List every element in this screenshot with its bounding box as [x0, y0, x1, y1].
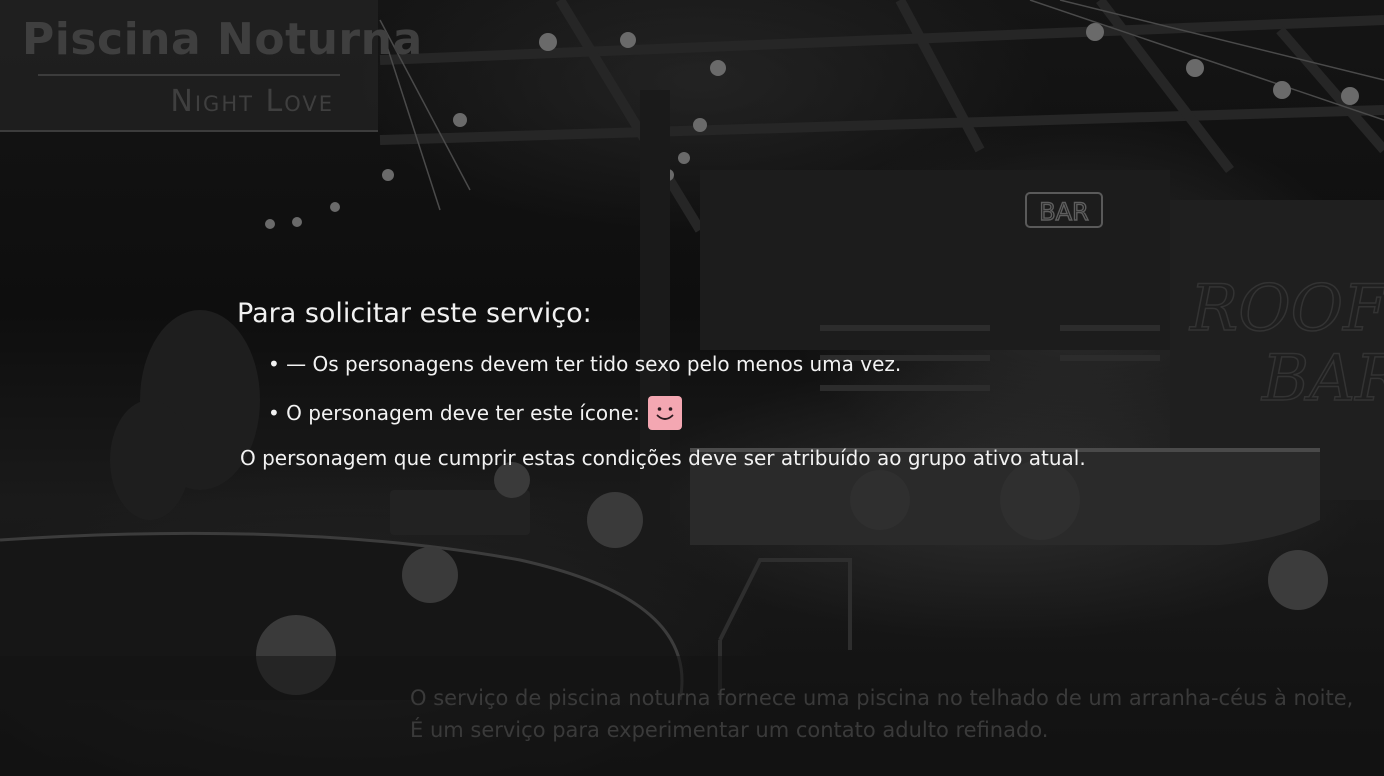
requirement-item-icon: • O personagem deve ter este ícone: [268, 396, 682, 430]
description-panel [0, 656, 1384, 776]
smiley-face-icon [647, 396, 682, 430]
title-panel: Piscina Noturna Night Love [0, 0, 422, 132]
beach-ball [1268, 550, 1328, 610]
description-line-1: O serviço de piscina noturna fornece uma… [410, 686, 1354, 710]
requirement-text: • — Os personagens devem ter tido sexo p… [268, 352, 902, 376]
neon-rooftop-sign-2: BAR [1261, 342, 1384, 416]
neon-bar-sign: BAR [1039, 198, 1089, 226]
requirements-heading: Para solicitar este serviço: [237, 298, 592, 329]
bar-building [700, 170, 1170, 350]
rooftop-pool-scene: BAR ROOF T BAR [0, 0, 1384, 776]
pillar [640, 90, 670, 560]
description-line-2: É um serviço para experimentar um contat… [410, 718, 1049, 742]
plants [110, 310, 260, 520]
service-subtitle: Night Love [170, 84, 334, 119]
requirement-text: • O personagem deve ter este ícone: [268, 401, 640, 425]
neon-rooftop-sign-1: ROOF T [1189, 272, 1384, 346]
requirements-footer: O personagem que cumprir estas condições… [240, 446, 1086, 470]
requirement-item-sex-once: • — Os personagens devem ter tido sexo p… [268, 352, 901, 376]
service-title: Piscina Noturna [22, 14, 423, 65]
title-divider [38, 74, 340, 76]
